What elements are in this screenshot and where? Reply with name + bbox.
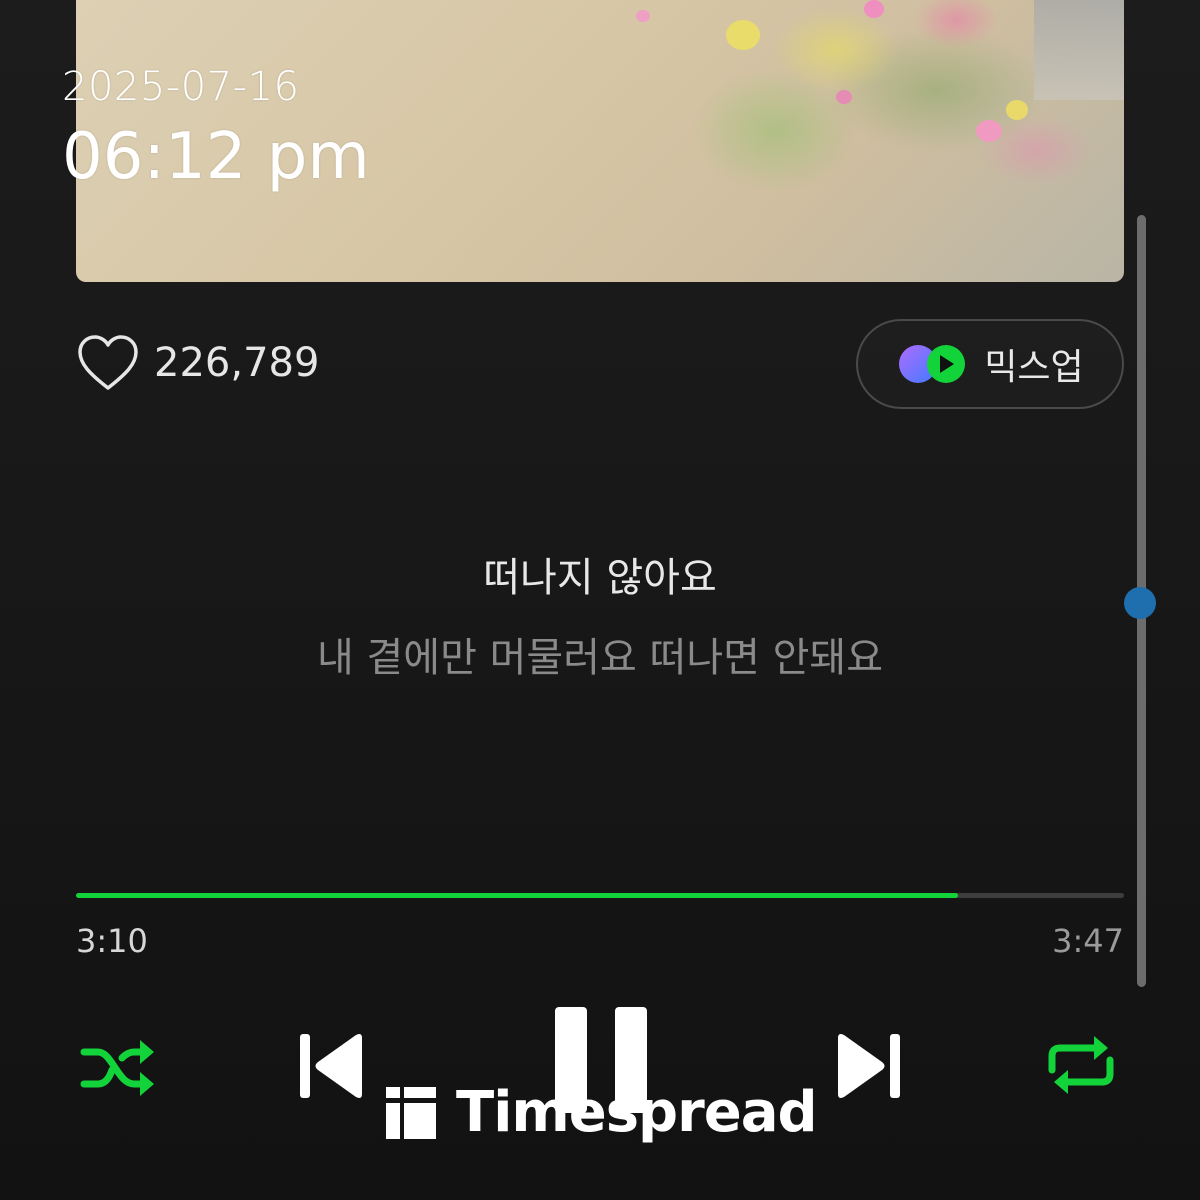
skip-previous-icon[interactable] — [298, 1030, 366, 1102]
mixup-button[interactable]: 믹스업 — [856, 319, 1124, 409]
mixup-icon — [899, 345, 966, 383]
skip-next-icon[interactable] — [834, 1030, 902, 1102]
album-art-wall — [1034, 0, 1124, 100]
player-screen: 2025-07-16 06:12 pm 226,789 믹스업 떠나지 않아요 … — [0, 0, 1200, 1200]
like-count: 226,789 — [154, 340, 320, 386]
watermark: Timespread — [386, 1080, 818, 1145]
like-row: 226,789 — [76, 334, 319, 392]
heart-icon[interactable] — [76, 334, 140, 392]
album-art-flower — [1006, 100, 1028, 120]
progress-bar-fill — [76, 893, 959, 898]
timestamp-time: 06:12 pm — [62, 120, 370, 194]
lyric-next-line[interactable]: 내 곁에만 머물러요 떠나면 안돼요 — [0, 625, 1200, 683]
elapsed-time: 3:10 — [76, 922, 148, 960]
scrollbar-thumb[interactable] — [1124, 587, 1156, 619]
lyric-current-line[interactable]: 떠나지 않아요 — [0, 545, 1200, 603]
album-art-flower — [636, 10, 650, 22]
album-art-flower — [864, 0, 884, 18]
progress-bar[interactable] — [76, 893, 1124, 898]
watermark-text: Timespread — [456, 1080, 818, 1145]
total-time: 3:47 — [1052, 922, 1124, 960]
album-art-flower — [726, 20, 760, 50]
shuffle-icon[interactable] — [78, 1036, 156, 1100]
mixup-label: 믹스업 — [984, 347, 1084, 388]
album-art-flower — [836, 90, 852, 104]
repeat-icon[interactable] — [1044, 1030, 1118, 1100]
timestamp-date: 2025-07-16 — [62, 64, 300, 110]
album-art-flower — [976, 120, 1002, 142]
timespread-logo-icon — [386, 1086, 436, 1139]
